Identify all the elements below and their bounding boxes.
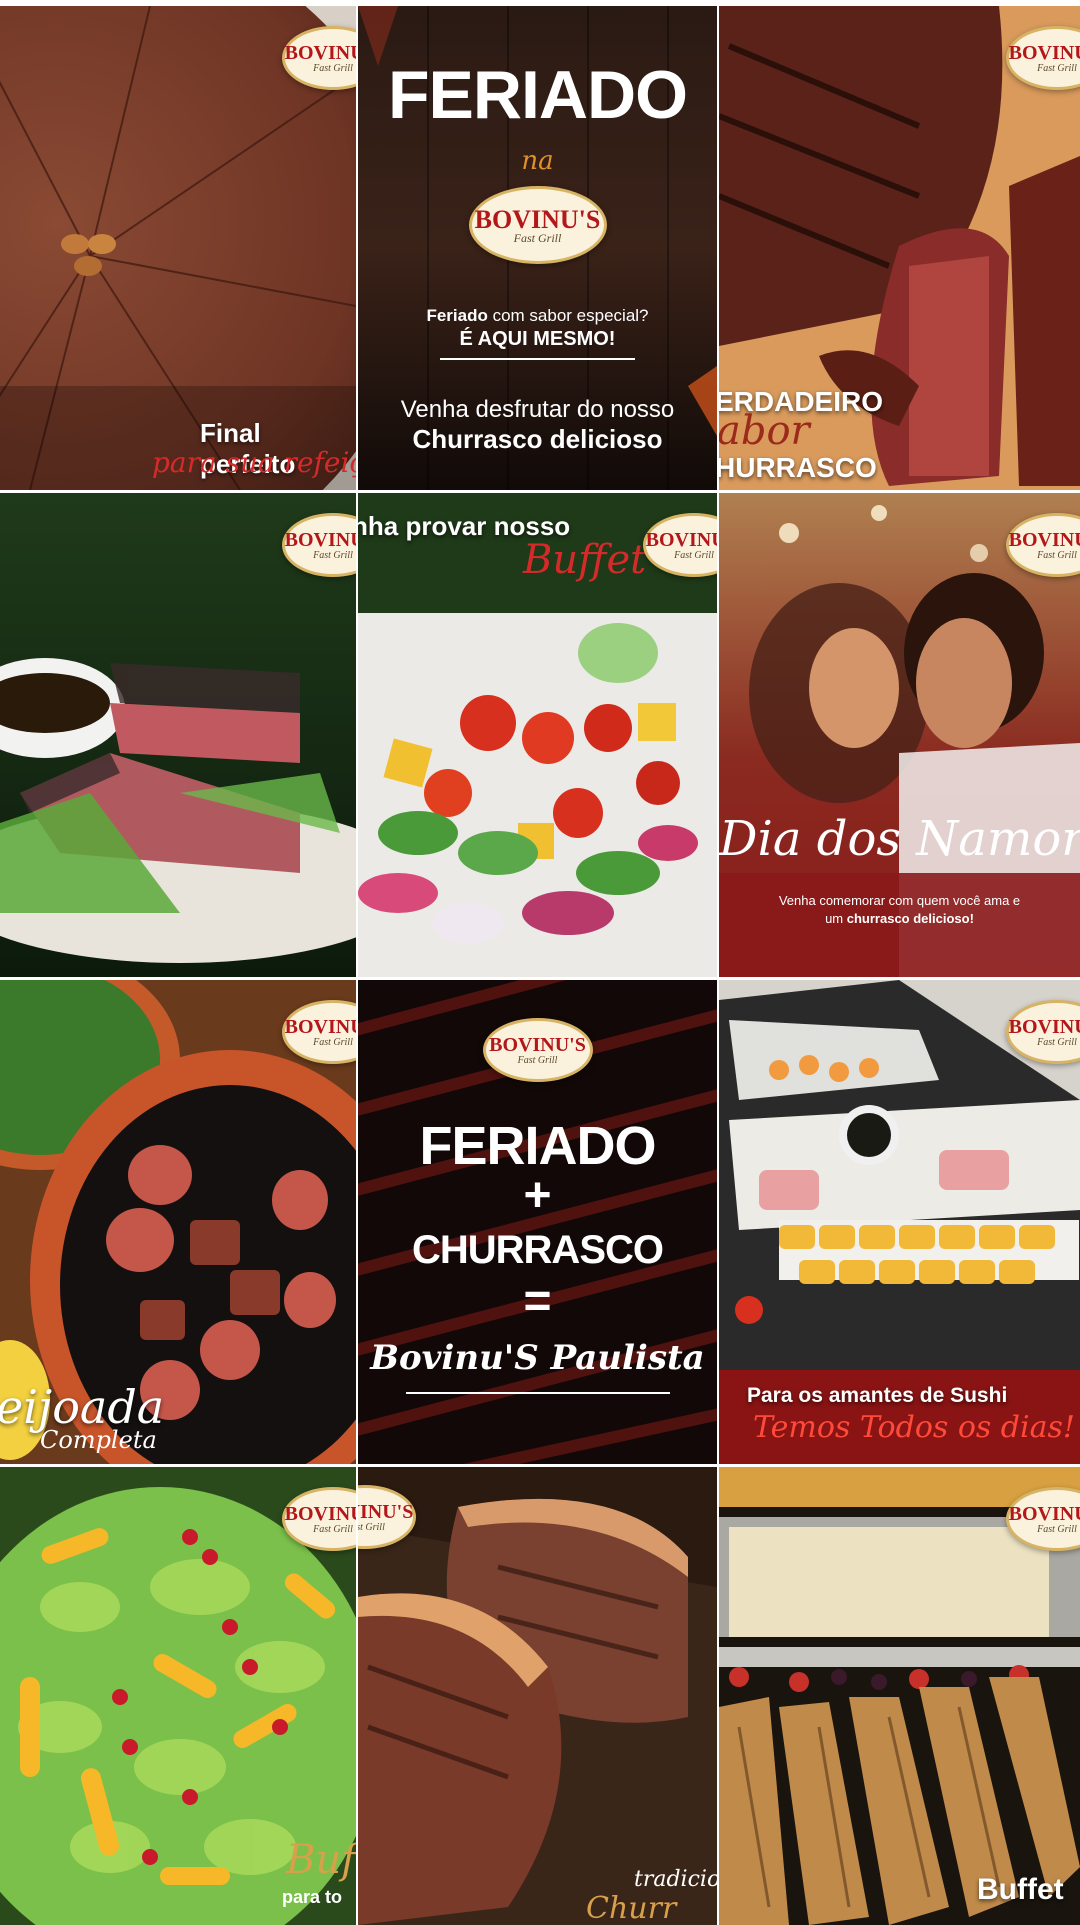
post-na: na	[521, 146, 554, 176]
brand-tag: Fast Grill	[1037, 1523, 1077, 1535]
brand-tag: Fast Grill	[1037, 549, 1077, 561]
post-script: Dia dos Namorados	[719, 811, 1080, 867]
brand-name: BOVINU'S	[1008, 528, 1080, 551]
post-tile-feriado[interactable]: FERIADO na BOVINU'S Fast Grill Feriado c…	[358, 6, 717, 490]
post-line2: abor	[719, 408, 810, 454]
post-tile-dia-dos-namorados[interactable]: BOVINU'S Fast Grill Dia dos Namorados Ve…	[719, 493, 1080, 977]
brand-tag: Fast Grill	[1037, 1036, 1077, 1048]
post-tile-buffet-fish[interactable]: BOVINU'S Fast Grill Buffet	[719, 1467, 1080, 1925]
post-question-bold: Feriado	[426, 306, 488, 325]
post-line3: HURRASCO	[719, 452, 877, 483]
post-line2-text: um	[825, 911, 847, 926]
post-tile-chocolate-cake[interactable]: BOVINU'S Fast Grill Final perfeito para …	[0, 6, 356, 490]
brand-logo: BOVINU'S Fast Grill	[482, 1018, 593, 1082]
post-script: Buffet	[523, 537, 647, 583]
post-question: Feriado com sabor especial?	[358, 306, 717, 326]
post-grid: BOVINU'S Fast Grill Final perfeito para …	[0, 0, 1080, 1925]
brand-name: BOVINU'S	[489, 1033, 586, 1056]
brand-tag: Fast Grill	[313, 1036, 353, 1048]
brand-tag: Fast Grill	[1037, 62, 1077, 74]
post-plus: +	[523, 1169, 552, 1222]
post-line1: Venha comemorar com quem você ama e	[778, 893, 1021, 908]
brand-name: BOVINU'S	[1008, 1015, 1080, 1038]
post-eq: =	[523, 1275, 552, 1328]
divider	[440, 358, 635, 360]
brand-logo: BOVINU'S Fast Grill	[468, 186, 607, 264]
post-script: Completa	[40, 1426, 157, 1454]
brand-name: BOVINU'S	[284, 1015, 356, 1038]
post-tile-picanha[interactable]: BOVINU'S Fast Grill tradicio Churr	[358, 1467, 717, 1925]
post-script: Bovinu'S Paulista	[370, 1338, 705, 1378]
brand-name: BOVINU'S	[1008, 1502, 1080, 1525]
brand-tag: Fast Grill	[517, 1054, 558, 1066]
brand-name: BOVINU'S	[284, 41, 356, 64]
brand-tag: Fast Grill	[313, 62, 353, 74]
post-line2: CHURRASCO	[412, 1228, 664, 1272]
post-line2: Churrasco delicioso	[412, 424, 663, 454]
brand-tag: Fast Grill	[513, 230, 562, 245]
post-tile-buffet-salad[interactable]: nha provar nosso Buffet BOVINU'S Fast Gr…	[358, 493, 717, 977]
post-line1: Venha desfrutar do nosso	[400, 396, 675, 423]
post-script: tradicio	[634, 1867, 717, 1892]
post-small: para to	[282, 1887, 343, 1907]
divider	[406, 1392, 670, 1394]
post-tile-feijoada[interactable]: BOVINU'S Fast Grill eijoada Completa	[0, 980, 356, 1464]
post-subtitle: para sua refeição	[152, 446, 356, 479]
post-script: Buf	[286, 1837, 356, 1883]
brand-name: BOVINU'S	[358, 1500, 414, 1523]
brand-tag: Fast Grill	[313, 549, 353, 561]
picanha-image	[358, 1467, 717, 1925]
post-tile-mango-salad[interactable]: BOVINU'S Fast Grill Buf para to	[0, 1467, 356, 1925]
post-tile-feriado-churrasco[interactable]: BOVINU'S Fast Grill FERIADO + CHURRASCO …	[358, 980, 717, 1464]
brand-tag: Fast Grill	[358, 1521, 385, 1533]
brand-tag: Fast Grill	[313, 1523, 353, 1535]
post-tile-steak[interactable]: BOVINU'S Fast Grill ERDADEIRO abor HURRA…	[719, 6, 1080, 490]
brand-name: BOVINU'S	[284, 1502, 356, 1525]
post-script: Temos Todos os dias!	[753, 1410, 1075, 1445]
post-tile-tuna[interactable]: BOVINU'S Fast Grill	[0, 493, 356, 977]
post-line2-bold: churrasco delicioso!	[846, 911, 974, 926]
post-title: FERIADO	[388, 57, 688, 133]
post-question-rest: com sabor especial?	[487, 306, 649, 325]
brand-name: BOVINU'S	[284, 528, 356, 551]
post-tile-sushi[interactable]: BOVINU'S Fast Grill Para os amantes de S…	[719, 980, 1080, 1464]
post-line2: um churrasco delicioso!	[719, 911, 1080, 926]
brand-name: BOVINU'S	[1008, 41, 1080, 64]
post-title: Para os amantes de Sushi	[747, 1384, 1008, 1407]
brand-name: BOVINU'S	[474, 204, 601, 234]
post-answer: É AQUI MESMO!	[459, 328, 616, 350]
post-title: Buffet	[977, 1873, 1064, 1906]
brand-name: BOVINU'S	[645, 528, 717, 551]
brand-tag: Fast Grill	[674, 549, 714, 561]
